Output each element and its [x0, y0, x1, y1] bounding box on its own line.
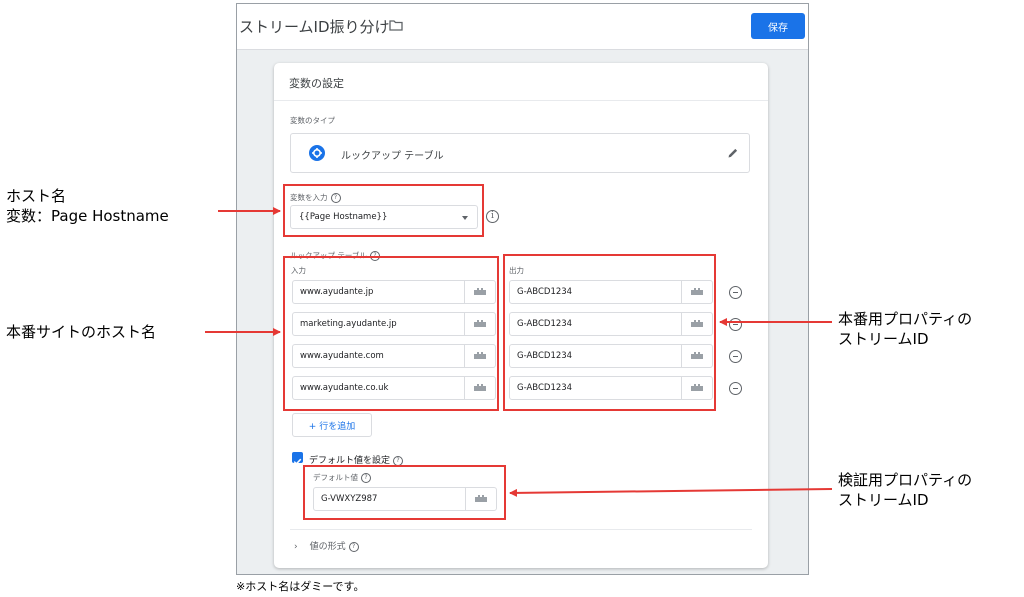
- annotation-production-hosts: 本番サイトのホスト名: [6, 323, 157, 341]
- footnote: ※ホスト名はダミーです。: [236, 580, 365, 593]
- annotation-production-stream: 本番用プロパティの ストリームID: [838, 309, 972, 349]
- annotation-host-name-line1: ホスト名: [6, 187, 67, 205]
- annotation-production-stream-line1: 本番用プロパティの: [838, 310, 973, 328]
- arrow-test-stream: [509, 488, 833, 497]
- annotation-test-stream: 検証用プロパティの ストリームID: [838, 470, 972, 510]
- annotation-host-name-line2: 変数：Page Hostname: [6, 207, 169, 225]
- annotation-production-stream-line2: ストリームID: [838, 330, 929, 348]
- annotation-test-stream-line1: 検証用プロパティの: [838, 471, 973, 489]
- annotation-host-name: ホスト名 変数：Page Hostname: [6, 186, 169, 226]
- annotation-test-stream-line2: ストリームID: [838, 491, 929, 509]
